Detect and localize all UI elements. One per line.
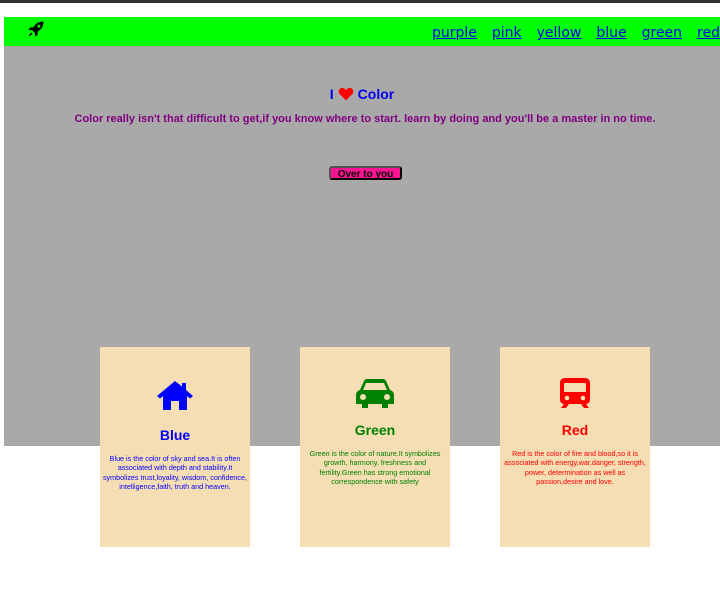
card-red: Red Red is the color of fire and blood,s… [500, 347, 650, 547]
nav-link-red[interactable]: red [697, 25, 720, 41]
card-text: Green is the color of nature.It symboliz… [309, 449, 441, 487]
top-border [0, 0, 720, 3]
hero-title-prefix: I [329, 86, 334, 102]
nav-link-purple[interactable]: purple [432, 25, 477, 41]
card-blue: Blue Blue is the color of sky and sea.It… [100, 347, 250, 547]
rocket-icon[interactable] [26, 19, 46, 39]
hero-title-suffix: Color [357, 86, 395, 102]
card-text: Red is the color of fire and blood,so it… [504, 449, 646, 487]
nav-link-pink[interactable]: pink [492, 25, 522, 41]
car-icon [356, 379, 394, 408]
nav-link-blue[interactable]: blue [596, 25, 626, 41]
hero-title: I Color [4, 86, 720, 102]
home-icon [157, 381, 193, 410]
card-title: Green [354, 422, 396, 438]
nav-link-yellow[interactable]: yellow [537, 25, 582, 41]
over-to-you-button[interactable]: Over to you [329, 166, 402, 180]
card-text: Blue is the color of sky and sea.It is o… [102, 454, 248, 492]
card-title: Blue [159, 427, 191, 443]
hero-description: Color really isn't that difficult to get… [74, 113, 656, 125]
card-title: Red [561, 422, 589, 438]
card-green: Green Green is the color of nature.It sy… [300, 347, 450, 547]
train-icon [560, 378, 590, 408]
navbar: purple pink yellow blue green red [4, 17, 720, 46]
heart-icon [338, 87, 353, 101]
nav-link-green[interactable]: green [642, 25, 682, 41]
nav-links: purple pink yellow blue green red [417, 25, 720, 41]
